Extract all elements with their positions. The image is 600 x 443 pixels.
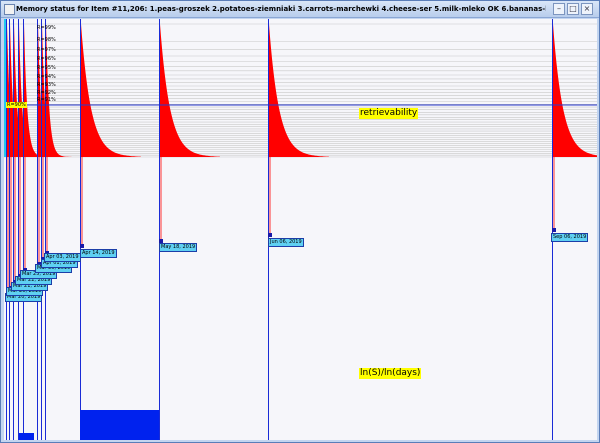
minimize-button[interactable]: – xyxy=(553,3,565,15)
title-bar[interactable]: Memory status for Item #11,206: 1.peas-g… xyxy=(1,1,599,18)
forgetting-curve xyxy=(24,24,37,157)
review-marker xyxy=(552,228,556,232)
r-level-92: R=92% xyxy=(37,90,56,96)
r-level-96: R=96% xyxy=(37,56,56,62)
review-marker xyxy=(80,244,84,248)
review-date-label: Apr 03, 2019 xyxy=(44,253,81,262)
memory-status-window: Memory status for Item #11,206: 1.peas-g… xyxy=(0,0,600,443)
interval-bar xyxy=(19,433,34,440)
window-title: Memory status for Item #11,206: 1.peas-g… xyxy=(16,5,546,13)
memory-chart: R=90% R=99% R=98% R=97% R=96% R=95% R=94… xyxy=(4,19,597,440)
review-date-label: May 18, 2019 xyxy=(159,243,198,252)
forgetting-curve xyxy=(160,24,220,157)
retrievability-label: retrievability xyxy=(359,108,419,119)
r-level-95: R=95% xyxy=(37,65,56,71)
forgetting-curve xyxy=(553,24,597,157)
maximize-button[interactable]: □ xyxy=(567,3,579,15)
current-column xyxy=(4,19,6,157)
review-marker xyxy=(268,233,272,237)
interval-label: ln(S)/ln(days) xyxy=(359,368,422,379)
r-level-99: R=99% xyxy=(37,25,56,31)
review-date-label: Jun 06, 2019 xyxy=(268,238,304,247)
r-level-91: R=91% xyxy=(37,97,56,103)
r90-label: R=90% xyxy=(6,102,27,108)
review-date-label: Sep 06, 2019 xyxy=(551,233,589,242)
forgetting-curve xyxy=(269,24,329,157)
r-level-93: R=93% xyxy=(37,82,56,88)
review-date-label: Apr 14, 2019 xyxy=(80,249,117,258)
chart-canvas xyxy=(4,19,597,440)
app-icon xyxy=(4,4,15,15)
r-level-97: R=97% xyxy=(37,47,56,53)
r-level-94: R=94% xyxy=(37,74,56,80)
close-button[interactable]: × xyxy=(581,3,593,15)
r-level-98: R=98% xyxy=(37,37,56,43)
interval-bar xyxy=(80,410,159,440)
forgetting-curve xyxy=(81,24,141,157)
